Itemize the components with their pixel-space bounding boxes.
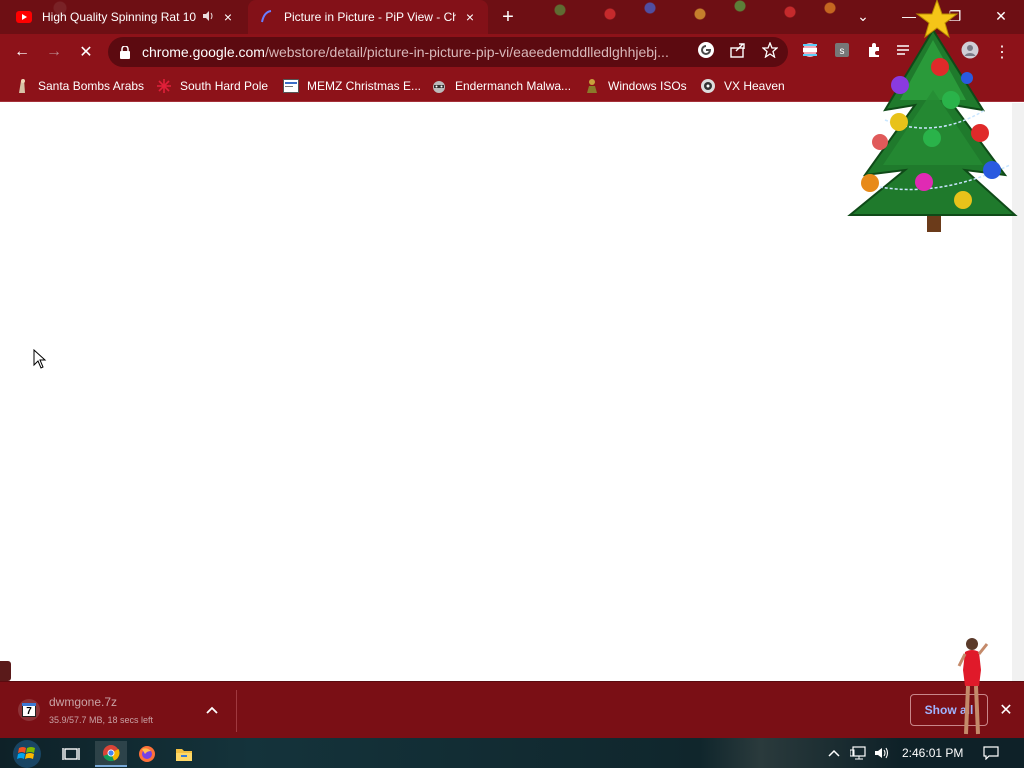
new-tab-button[interactable]: + (498, 7, 518, 27)
taskbar-clock[interactable]: 2:46:01 PM (902, 746, 963, 760)
bookmark-label: Endermanch Malwa... (455, 79, 572, 93)
notification-icon[interactable] (983, 745, 999, 761)
start-button[interactable] (8, 739, 46, 768)
svg-text:7: 7 (26, 706, 32, 717)
vx-icon (700, 78, 716, 94)
task-view-icon[interactable] (55, 741, 87, 767)
speaker-icon[interactable] (202, 10, 214, 25)
raccoon-icon (431, 78, 447, 94)
chrome-window: High Quality Spinning Rat 10 × Picture i… (0, 0, 1024, 768)
tab-title: High Quality Spinning Rat 10 (42, 10, 197, 24)
bookmark-endermanch-malware[interactable]: Endermanch Malwa... (431, 77, 571, 95)
chevron-up-icon[interactable] (204, 702, 220, 718)
windows-logo-icon (13, 740, 41, 768)
divider (236, 690, 237, 732)
santa-icon (14, 78, 30, 94)
download-status: 35.9/57.7 MB, 18 secs left (49, 715, 154, 725)
url-path: /webstore/detail/picture-in-picture-pip-… (264, 44, 669, 60)
download-file-name[interactable]: dwmgone.7z (49, 695, 117, 709)
chevron-up-tray-icon[interactable] (826, 745, 842, 761)
christmas-tree-decoration (845, 0, 1020, 236)
speaker-tray-icon[interactable] (874, 745, 890, 761)
tab-spinning-rat[interactable]: High Quality Spinning Rat 10 × (6, 0, 246, 34)
bookmark-vx-heaven[interactable]: VX Heaven (700, 77, 785, 95)
file-explorer-taskbar-icon[interactable] (168, 741, 200, 767)
download-shelf: 7 dwmgone.7z 35.9/57.7 MB, 18 secs left … (0, 681, 1024, 738)
youtube-icon (16, 9, 32, 25)
bookmark-windows-isos[interactable]: Windows ISOs (584, 77, 687, 95)
tab-pip-view[interactable]: Picture in Picture - PiP View - Ch × (248, 0, 488, 34)
url-host: chrome.google.com (142, 44, 265, 60)
side-handle[interactable] (0, 661, 11, 681)
archive-file-icon[interactable]: 7 (18, 699, 40, 721)
bookmark-label: MEMZ Christmas E... (307, 79, 422, 93)
figure-icon (584, 78, 600, 94)
url-text[interactable]: chrome.google.com/webstore/detail/pictur… (142, 44, 688, 60)
forward-button[interactable]: → (42, 40, 66, 64)
snowflake-icon (156, 78, 172, 94)
tab-close-button[interactable]: × (220, 9, 236, 25)
chrome-taskbar-icon[interactable] (95, 741, 127, 767)
bookmark-memz-christmas[interactable]: MEMZ Christmas E... (283, 77, 421, 95)
bookmark-label: Windows ISOs (608, 79, 687, 93)
pip-icon (258, 9, 274, 25)
bookmark-label: Santa Bombs Arabs (38, 79, 145, 93)
tab-title: Picture in Picture - PiP View - Ch (284, 10, 456, 24)
network-icon[interactable] (850, 745, 866, 761)
bookmark-label: South Hard Pole (180, 79, 269, 93)
bookmark-santa-bombs-arabs[interactable]: Santa Bombs Arabs (14, 77, 144, 95)
bookmark-south-hard-pole[interactable]: South Hard Pole (156, 77, 268, 95)
bookmark-star-icon[interactable] (761, 41, 779, 59)
svg-text:s: s (840, 46, 845, 57)
stop-button[interactable]: ✕ (74, 40, 98, 64)
address-bar[interactable]: chrome.google.com/webstore/detail/pictur… (108, 37, 788, 67)
google-icon[interactable] (697, 41, 715, 59)
mouse-pointer-icon (33, 348, 47, 374)
tab-close-button[interactable]: × (462, 9, 478, 25)
close-shelf-button[interactable]: ✕ (996, 700, 1016, 720)
lock-icon[interactable] (120, 45, 132, 59)
taskbar: 2:46:01 PM (0, 738, 1024, 768)
back-button[interactable]: ← (10, 40, 34, 64)
bookmark-label: VX Heaven (724, 79, 785, 93)
flag-extension-icon[interactable] (801, 41, 819, 59)
page-icon (283, 78, 299, 94)
dancing-figure-decoration (955, 636, 989, 738)
share-icon[interactable] (729, 41, 747, 59)
firefox-taskbar-icon[interactable] (131, 741, 163, 767)
